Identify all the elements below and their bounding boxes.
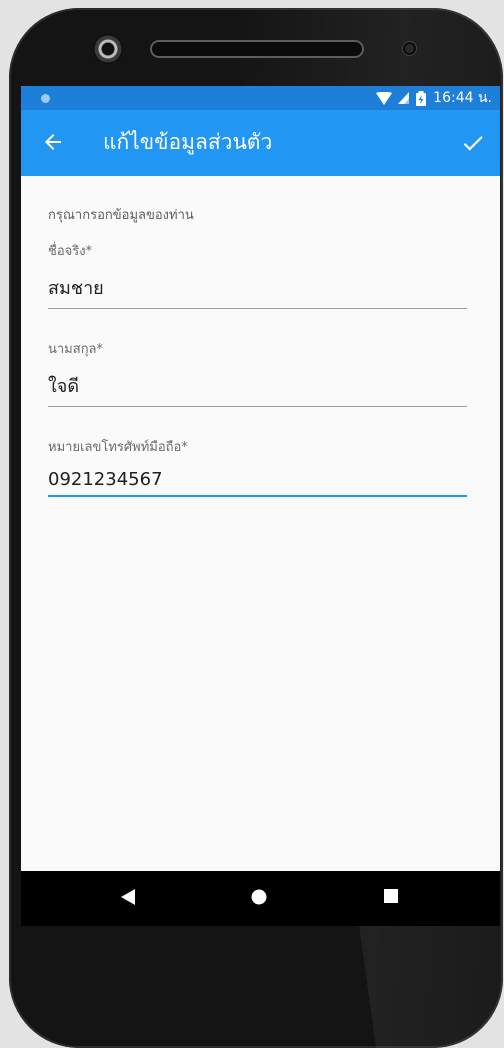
last-name-input[interactable]: ใจดี — [48, 371, 467, 407]
first-name-field: ชื่อจริง* สมชาย — [48, 240, 467, 309]
status-indicators: 16:44 น. — [376, 89, 492, 107]
status-bar: 16:44 น. — [21, 86, 500, 110]
home-circle-icon[interactable] — [251, 889, 267, 905]
signal-icon — [398, 92, 410, 104]
notification-dot-icon — [41, 94, 50, 103]
battery-icon — [416, 90, 427, 106]
arrow-left-icon — [45, 134, 61, 150]
first-name-input[interactable]: สมชาย — [48, 273, 467, 309]
mobile-number-field: หมายเลขโทรศัพท์มือถือ* 0921234567 — [48, 436, 467, 497]
mobile-number-label: หมายเลขโทรศัพท์มือถือ* — [48, 440, 188, 455]
back-triangle-icon[interactable] — [121, 889, 135, 905]
first-name-label: ชื่อจริง* — [48, 244, 93, 259]
earpiece-speaker — [150, 40, 364, 58]
form-hint: กรุณากรอกข้อมูลของท่าน — [48, 208, 194, 223]
recents-square-icon[interactable] — [384, 889, 398, 903]
app-screen: 16:44 น. แก้ไขข้อมูลส่วนตัว กรุณากรอกข้อ… — [21, 86, 500, 926]
system-nav-bar — [21, 871, 500, 926]
check-icon — [463, 136, 483, 151]
page-title: แก้ไขข้อมูลส่วนตัว — [103, 130, 273, 154]
last-name-field: นามสกุล* ใจดี — [48, 338, 467, 407]
last-name-label: นามสกุล* — [48, 342, 104, 357]
status-time: 16:44 น. — [433, 90, 492, 106]
front-camera — [93, 34, 123, 64]
proximity-sensor — [405, 44, 414, 53]
mobile-number-input[interactable]: 0921234567 — [48, 469, 467, 497]
save-button[interactable] — [460, 130, 486, 156]
back-button[interactable] — [41, 130, 65, 154]
wifi-icon — [376, 91, 393, 105]
app-bar: แก้ไขข้อมูลส่วนตัว — [21, 110, 500, 176]
